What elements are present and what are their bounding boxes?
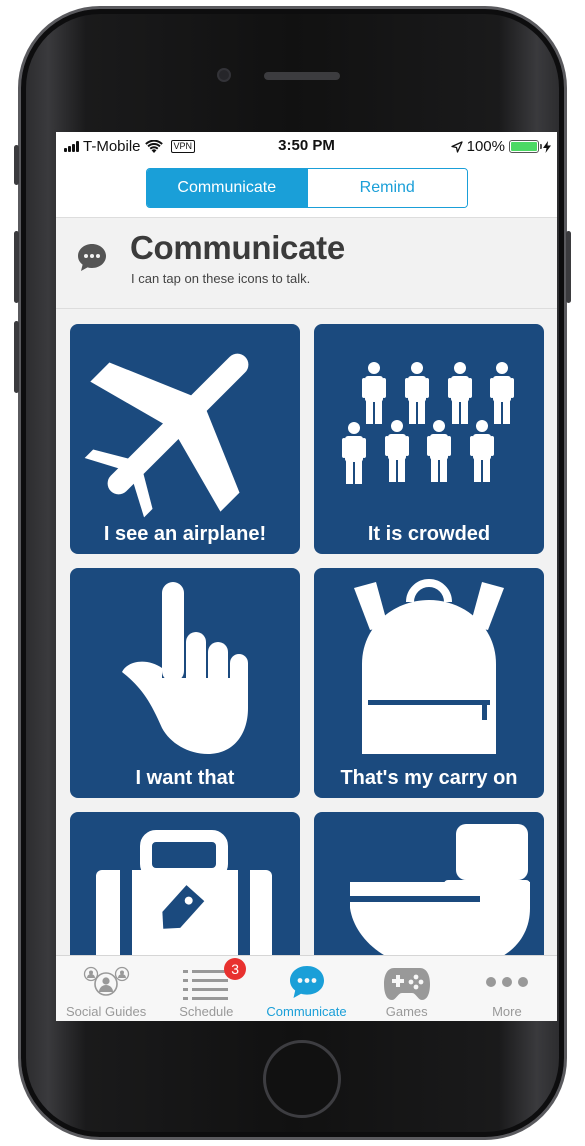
tile-label: I see an airplane! [103,523,267,545]
location-arrow-icon [450,140,463,153]
tab-label: Games [385,1004,428,1019]
segment-communicate[interactable]: Communicate [147,169,307,207]
tile-label: I want that [135,767,235,789]
page-header: Communicate I can tap on these icons to … [56,219,557,309]
more-dots-icon [485,977,528,987]
chat-bubble-icon [289,966,324,998]
mode-segmented-control: Communicate Remind [146,168,468,208]
volume-down-button [14,321,19,393]
pointing-hand-icon [122,582,248,754]
chat-bubble-icon [78,244,106,271]
gamepad-icon [383,968,430,1000]
tile-label: That's my carry on [340,767,518,789]
tile-want-that[interactable]: I want that [70,568,300,798]
status-bar: T-Mobile VPN 3:50 PM 100% [56,132,557,160]
tile-carry-on[interactable]: That's my carry on [314,568,544,798]
tile-label: It is crowded [367,523,491,545]
tile-crowded[interactable]: It is crowded [314,324,544,554]
tab-label: Schedule [179,1004,234,1019]
battery-level-fill [511,142,537,151]
earpiece-speaker [264,72,340,80]
power-button [566,231,571,303]
silent-switch [14,145,19,185]
schedule-badge: 3 [224,958,247,980]
airplane-icon [84,353,249,518]
tab-social-guides[interactable]: Social Guides [56,956,156,1021]
social-guides-icon [83,966,130,996]
tab-label: Social Guides [65,1004,147,1019]
charging-bolt-icon [543,140,551,153]
battery-percent: 100% [466,138,505,155]
tab-schedule[interactable]: 3 Schedule [156,956,256,1021]
backpack-icon [354,579,504,754]
status-right: 100% [450,138,551,155]
tab-label: Communicate [266,1004,347,1019]
tile-airplane[interactable]: I see an airplane! [70,324,300,554]
volume-up-button [14,231,19,303]
tab-games[interactable]: Games [357,956,457,1021]
segment-remind[interactable]: Remind [306,169,467,207]
crowd-icon [342,362,514,484]
battery-icon [509,140,542,153]
tab-bar: Social Guides 3 Schedule Communicate Gam… [56,955,557,1021]
page-title: Communicate [130,229,345,266]
home-button[interactable] [263,1040,341,1118]
page-subtitle: I can tap on these icons to talk. [131,271,311,286]
tab-communicate[interactable]: Communicate [256,956,356,1021]
tab-more[interactable]: More [457,956,557,1021]
app-screen: T-Mobile VPN 3:50 PM 100% Communicate Re… [56,132,557,1021]
tab-label: More [492,1004,522,1019]
front-camera [217,68,231,82]
segment-bar: Communicate Remind [56,160,557,218]
